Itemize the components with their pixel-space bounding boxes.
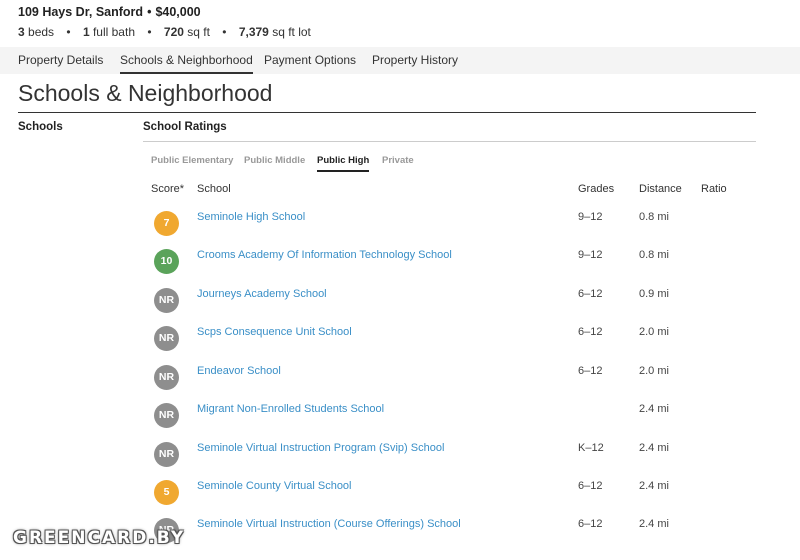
subtab-public-middle[interactable]: Public Middle	[244, 154, 305, 172]
grades-cell: 6–12	[578, 326, 603, 338]
price: $40,000	[155, 5, 201, 19]
separator-dot: •	[222, 25, 227, 39]
score-badge: NR	[154, 288, 179, 313]
distance-cell: 2.0 mi	[639, 326, 669, 338]
distance-cell: 0.8 mi	[639, 211, 669, 223]
column-header-ratio: Ratio	[701, 183, 727, 195]
distance-cell: 2.4 mi	[639, 403, 669, 415]
table-row: NR Migrant Non-Enrolled Students School …	[0, 403, 800, 441]
tab-property-history[interactable]: Property History	[372, 47, 458, 74]
score-badge: NR	[154, 326, 179, 351]
tab-schools-neighborhood[interactable]: Schools & Neighborhood	[120, 47, 253, 74]
separator-dot: •	[147, 25, 152, 39]
grades-cell: K–12	[578, 442, 604, 454]
column-header-score: Score*	[151, 183, 185, 195]
distance-cell: 2.0 mi	[639, 365, 669, 377]
table-row: 7 Seminole High School 9–12 0.8 mi	[0, 211, 800, 249]
listing-header: 109 Hays Dr, Sanford • $40,000 3 beds • 1 …	[18, 4, 778, 40]
grades-cell: 9–12	[578, 211, 603, 223]
score-badge: 10	[154, 249, 179, 274]
school-link[interactable]: Scps Consequence Unit School	[197, 326, 352, 338]
lot-value: 7,379	[238, 25, 269, 39]
subtab-public-elementary[interactable]: Public Elementary	[151, 154, 233, 172]
page-title: Schools & Neighborhood	[18, 80, 273, 106]
table-row: NR Journeys Academy School 6–12 0.9 mi	[0, 288, 800, 326]
grades-cell: 9–12	[578, 249, 603, 261]
school-link[interactable]: Seminole Virtual Instruction (Course Off…	[197, 518, 461, 530]
grades-cell: 6–12	[578, 365, 603, 377]
school-link[interactable]: Seminole High School	[197, 211, 305, 223]
separator-dot: •	[66, 25, 71, 39]
score-badge: NR	[154, 365, 179, 390]
beds-value: 3	[18, 25, 25, 39]
baths-label: full bath	[89, 25, 135, 39]
distance-cell: 0.8 mi	[639, 249, 669, 261]
sqft-label: sq ft	[183, 25, 210, 39]
school-link[interactable]: Migrant Non-Enrolled Students School	[197, 403, 384, 415]
tab-property-details[interactable]: Property Details	[18, 47, 103, 74]
distance-cell: 2.4 mi	[639, 480, 669, 492]
grades-cell: 6–12	[578, 518, 603, 530]
table-row: NR Endeavor School 6–12 2.0 mi	[0, 365, 800, 403]
watermark-logo: GREENCARD.BY	[13, 528, 186, 548]
table-row: 10 Crooms Academy Of Information Technol…	[0, 249, 800, 287]
listing-address-line: 109 Hays Dr, Sanford • $40,000	[18, 4, 778, 20]
score-badge: NR	[154, 442, 179, 467]
subtab-private[interactable]: Private	[382, 154, 414, 172]
table-row: 5 Seminole County Virtual School 6–12 2.…	[0, 480, 800, 518]
title-divider	[18, 112, 756, 113]
lot-label: sq ft lot	[268, 25, 311, 39]
listing-facts: 3 beds • 1 full bath • 720 sq ft • 7,379…	[18, 24, 778, 40]
beds-label: beds	[24, 25, 55, 39]
school-link[interactable]: Seminole Virtual Instruction Program (Sv…	[197, 442, 444, 454]
grades-cell: 6–12	[578, 480, 603, 492]
distance-cell: 2.4 mi	[639, 518, 669, 530]
score-badge: 5	[154, 480, 179, 505]
school-link[interactable]: Crooms Academy Of Information Technology…	[197, 249, 452, 261]
separator-dot: •	[147, 5, 152, 19]
property-tab-bar: Property Details Schools & Neighborhood …	[0, 47, 800, 74]
score-badge: NR	[154, 403, 179, 428]
tab-payment-options[interactable]: Payment Options	[264, 47, 356, 74]
column-header-distance: Distance	[639, 183, 682, 195]
school-link[interactable]: Endeavor School	[197, 365, 281, 377]
subtab-public-high[interactable]: Public High	[317, 154, 370, 172]
score-badge: 7	[154, 211, 179, 236]
baths-value: 1	[82, 25, 90, 39]
school-link[interactable]: Seminole County Virtual School	[197, 480, 352, 492]
school-link[interactable]: Journeys Academy School	[197, 288, 327, 300]
section-divider	[143, 141, 756, 142]
column-header-school: School	[197, 183, 231, 195]
schools-side-label: Schools	[18, 121, 63, 133]
school-ratings-heading: School Ratings	[143, 121, 227, 133]
table-row: NR Seminole Virtual Instruction Program …	[0, 442, 800, 480]
column-header-grades: Grades	[578, 183, 615, 195]
distance-cell: 0.9 mi	[639, 288, 669, 300]
grades-cell: 6–12	[578, 288, 603, 300]
address: 109 Hays Dr, Sanford	[18, 5, 144, 19]
sqft-value: 720	[163, 25, 184, 39]
distance-cell: 2.4 mi	[639, 442, 669, 454]
table-row: NR Scps Consequence Unit School 6–12 2.0…	[0, 326, 800, 364]
